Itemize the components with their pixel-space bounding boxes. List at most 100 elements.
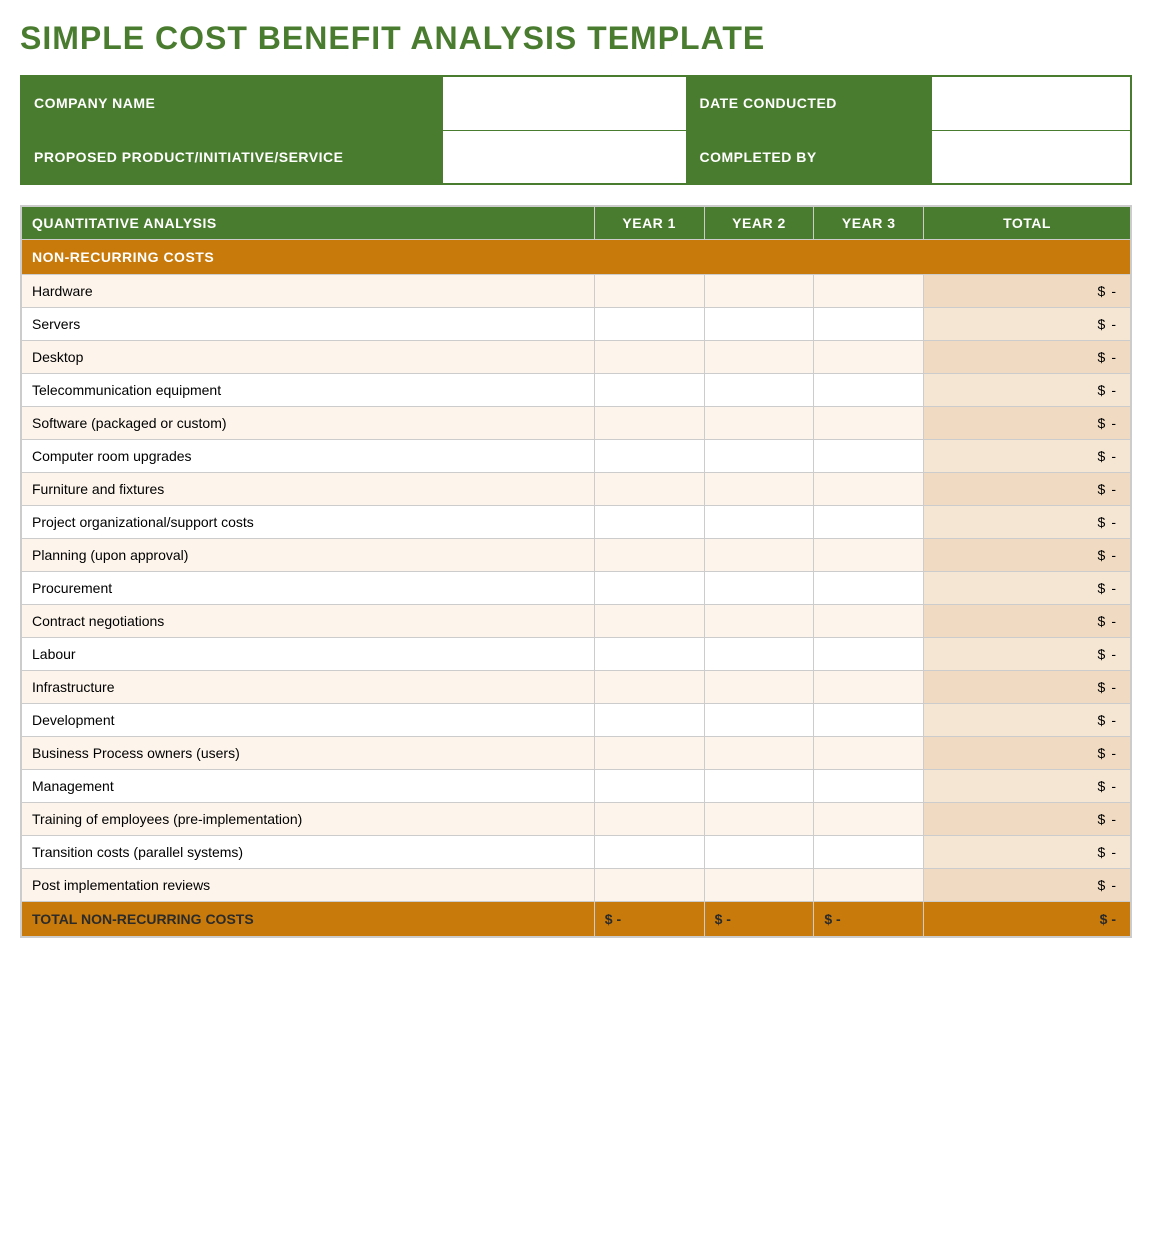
row-year2[interactable]	[704, 407, 814, 440]
row-year3[interactable]	[814, 275, 924, 308]
row-label: Infrastructure	[21, 671, 594, 704]
dash-value: -	[1111, 745, 1116, 761]
table-row: Planning (upon approval)$-	[21, 539, 1131, 572]
row-total: $-	[924, 473, 1131, 506]
table-header-row: QUANTITATIVE ANALYSIS YEAR 1 YEAR 2 YEAR…	[21, 206, 1131, 240]
row-year2[interactable]	[704, 671, 814, 704]
row-year3[interactable]	[814, 638, 924, 671]
date-value[interactable]	[931, 76, 1131, 130]
row-year1[interactable]	[594, 737, 704, 770]
row-total: $-	[924, 506, 1131, 539]
row-year2[interactable]	[704, 275, 814, 308]
row-year1[interactable]	[594, 374, 704, 407]
row-year2[interactable]	[704, 605, 814, 638]
dollar-sign: $	[605, 911, 617, 927]
row-year3[interactable]	[814, 836, 924, 869]
row-year3[interactable]	[814, 869, 924, 902]
row-year2[interactable]	[704, 572, 814, 605]
row-label: Hardware	[21, 275, 594, 308]
row-year2[interactable]	[704, 638, 814, 671]
row-label: Planning (upon approval)	[21, 539, 594, 572]
dollar-sign: $	[824, 911, 836, 927]
date-label: DATE CONDUCTED	[687, 76, 931, 130]
row-year2[interactable]	[704, 374, 814, 407]
row-year1[interactable]	[594, 770, 704, 803]
row-label: Telecommunication equipment	[21, 374, 594, 407]
row-total: $-	[924, 374, 1131, 407]
table-row: Procurement$-	[21, 572, 1131, 605]
row-year2[interactable]	[704, 737, 814, 770]
row-year1[interactable]	[594, 341, 704, 374]
row-year1[interactable]	[594, 440, 704, 473]
row-year2[interactable]	[704, 440, 814, 473]
row-year3[interactable]	[814, 506, 924, 539]
row-year2[interactable]	[704, 473, 814, 506]
row-year1[interactable]	[594, 869, 704, 902]
row-total: $-	[924, 275, 1131, 308]
completed-value[interactable]	[931, 130, 1131, 184]
info-row-product: PROPOSED PRODUCT/INITIATIVE/SERVICE COMP…	[21, 130, 1131, 184]
company-label: COMPANY NAME	[21, 76, 443, 130]
product-label: PROPOSED PRODUCT/INITIATIVE/SERVICE	[21, 130, 443, 184]
row-label: Management	[21, 770, 594, 803]
row-year3[interactable]	[814, 374, 924, 407]
row-year3[interactable]	[814, 671, 924, 704]
row-year3[interactable]	[814, 407, 924, 440]
table-row: Development$-	[21, 704, 1131, 737]
row-total: $-	[924, 638, 1131, 671]
row-year1[interactable]	[594, 308, 704, 341]
dollar-sign: $	[1098, 349, 1106, 365]
row-year1[interactable]	[594, 638, 704, 671]
row-year1[interactable]	[594, 605, 704, 638]
row-year2[interactable]	[704, 704, 814, 737]
header-year1: YEAR 1	[594, 206, 704, 240]
dash-value: -	[836, 911, 841, 927]
row-year1[interactable]	[594, 539, 704, 572]
row-year3[interactable]	[814, 704, 924, 737]
dollar-sign: $	[1098, 646, 1106, 662]
row-year1[interactable]	[594, 506, 704, 539]
header-total: TOTAL	[924, 206, 1131, 240]
row-year1[interactable]	[594, 407, 704, 440]
row-year1[interactable]	[594, 803, 704, 836]
row-year2[interactable]	[704, 506, 814, 539]
row-year3[interactable]	[814, 473, 924, 506]
table-row: Computer room upgrades$-	[21, 440, 1131, 473]
row-year3[interactable]	[814, 572, 924, 605]
row-year2[interactable]	[704, 803, 814, 836]
row-year1[interactable]	[594, 836, 704, 869]
row-year2[interactable]	[704, 539, 814, 572]
row-year1[interactable]	[594, 572, 704, 605]
row-year3[interactable]	[814, 737, 924, 770]
row-year1[interactable]	[594, 473, 704, 506]
company-value[interactable]	[443, 76, 687, 130]
row-year1[interactable]	[594, 704, 704, 737]
row-year1[interactable]	[594, 671, 704, 704]
dash-value: -	[726, 911, 731, 927]
row-label: Desktop	[21, 341, 594, 374]
row-year3[interactable]	[814, 440, 924, 473]
page-title: SIMPLE COST BENEFIT ANALYSIS TEMPLATE	[20, 20, 1132, 57]
row-year1[interactable]	[594, 275, 704, 308]
row-year2[interactable]	[704, 770, 814, 803]
row-year3[interactable]	[814, 308, 924, 341]
dash-value: -	[1111, 415, 1116, 431]
row-year2[interactable]	[704, 308, 814, 341]
dash-value: -	[1111, 349, 1116, 365]
row-label: Labour	[21, 638, 594, 671]
row-year3[interactable]	[814, 539, 924, 572]
dollar-sign: $	[1098, 811, 1106, 827]
row-year3[interactable]	[814, 770, 924, 803]
product-value[interactable]	[443, 130, 687, 184]
row-year3[interactable]	[814, 341, 924, 374]
row-label: Furniture and fixtures	[21, 473, 594, 506]
row-total: $-	[924, 737, 1131, 770]
row-year3[interactable]	[814, 803, 924, 836]
dash-value: -	[1111, 580, 1116, 596]
row-year2[interactable]	[704, 869, 814, 902]
row-total: $-	[924, 341, 1131, 374]
row-year3[interactable]	[814, 605, 924, 638]
row-year2[interactable]	[704, 341, 814, 374]
row-year2[interactable]	[704, 836, 814, 869]
dollar-sign: $	[1098, 712, 1106, 728]
